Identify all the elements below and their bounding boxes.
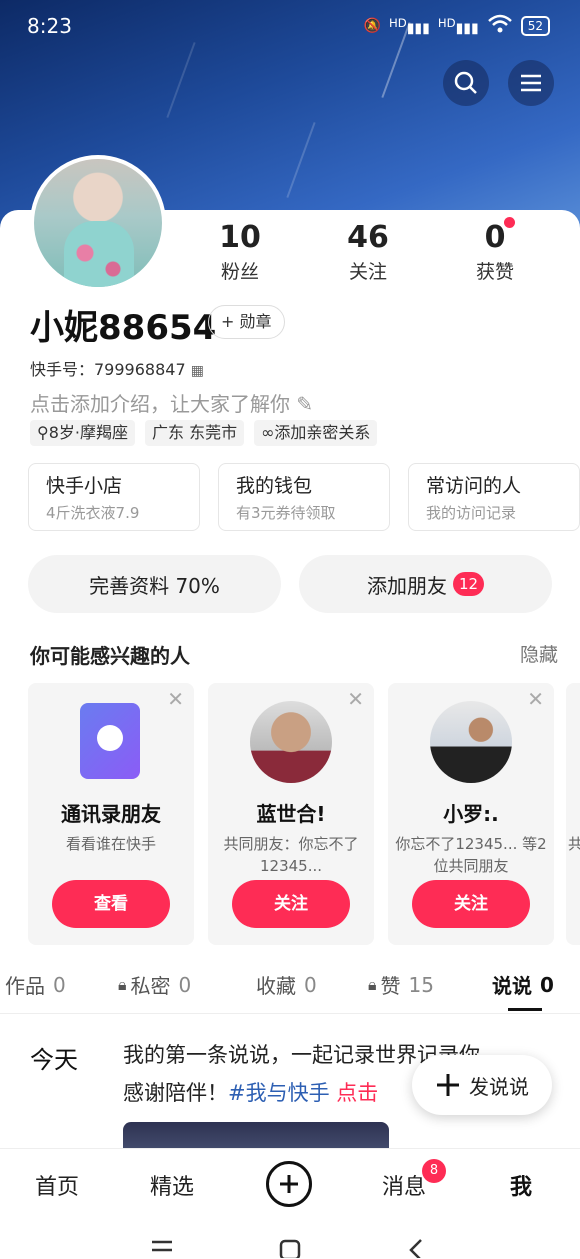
battery-icon: 52: [520, 16, 550, 36]
view-button[interactable]: 查看: [52, 880, 170, 928]
medal-button[interactable]: + 勋章: [208, 305, 285, 339]
follow-button[interactable]: 关注: [232, 880, 350, 928]
user-avatar: [250, 701, 332, 783]
tab-likes[interactable]: 🔒︎ 赞 15: [368, 970, 434, 999]
add-friend-button[interactable]: 添加朋友 12: [299, 555, 552, 613]
active-tab-indicator: [508, 1008, 542, 1011]
tag-age[interactable]: ⚲8岁·摩羯座: [30, 420, 135, 446]
hashtag-link[interactable]: #我与快手: [228, 1081, 330, 1105]
contacts-book-icon: [80, 703, 140, 779]
tab-private[interactable]: 🔒︎ 私密 0: [118, 970, 191, 999]
service-wallet[interactable]: 我的钱包 有3元券待领取: [218, 463, 390, 531]
signal-icon: HD▮▮▮: [388, 15, 430, 37]
home-icon[interactable]: [278, 1238, 302, 1258]
complete-profile-button[interactable]: 完善资料 70%: [28, 555, 281, 613]
gender-icon: ⚲: [37, 423, 49, 442]
add-friend-badge: 12: [452, 572, 485, 596]
intro-field[interactable]: 点击添加介绍，让大家了解你 ✎: [30, 388, 313, 417]
service-shop[interactable]: 快手小店 4斤洗衣液7.9: [28, 463, 200, 531]
service-visitors[interactable]: 常访问的人 我的访问记录: [408, 463, 580, 531]
content-tabs: 作品 0 🔒︎ 私密 0 收藏 0 🔒︎ 赞 15 说说 0: [0, 970, 580, 1014]
follow-button[interactable]: 关注: [412, 880, 530, 928]
menu-icon: [521, 74, 541, 92]
plus-icon: [280, 1175, 298, 1193]
lock-icon: 🔒︎: [368, 974, 377, 994]
kuaishou-id[interactable]: 快手号：799968847 ▦: [30, 356, 204, 380]
nav-featured[interactable]: 精选: [150, 1169, 194, 1201]
tab-moments[interactable]: 说说 0: [492, 970, 554, 999]
recommend-card-user[interactable]: ✕ 小罗:. 你忘不了12345... 等2位共同朋友 关注: [388, 683, 554, 945]
mute-icon: 🔕: [363, 18, 381, 34]
search-button[interactable]: [443, 60, 489, 106]
tag-location[interactable]: 广东 东莞市: [145, 420, 245, 446]
post-moment-button[interactable]: 发说说: [412, 1055, 552, 1115]
qrcode-icon[interactable]: ▦: [191, 363, 204, 379]
nav-me[interactable]: 我: [510, 1169, 532, 1201]
close-icon[interactable]: ✕: [167, 687, 184, 711]
recents-icon[interactable]: [150, 1238, 174, 1258]
create-button[interactable]: [266, 1161, 312, 1207]
link-icon: ∞: [261, 423, 275, 442]
user-name: 小妮88654: [30, 308, 217, 348]
stat-fans[interactable]: 10 粉丝: [190, 220, 290, 284]
hide-recommend-button[interactable]: 隐藏: [520, 640, 558, 667]
tab-works[interactable]: 作品 0: [5, 970, 66, 999]
close-icon[interactable]: ✕: [347, 687, 364, 711]
recommend-card-partial[interactable]: 共: [566, 683, 580, 945]
tag-relationship[interactable]: ∞添加亲密关系: [254, 420, 378, 446]
avatar[interactable]: [30, 155, 166, 291]
stat-following[interactable]: 46 关注: [318, 220, 418, 284]
nav-home[interactable]: 首页: [35, 1169, 79, 1201]
messages-badge: 8: [422, 1159, 446, 1183]
signal-icon-2: HD▮▮▮: [437, 15, 479, 37]
edit-icon: ✎: [296, 392, 314, 416]
more-link[interactable]: 点击: [336, 1081, 378, 1105]
menu-button[interactable]: [508, 60, 554, 106]
divider: [0, 1013, 580, 1014]
system-nav: [0, 1218, 580, 1259]
recommend-card-user[interactable]: ✕ 蓝世合! 共同朋友：你忘不了12345... 关注: [208, 683, 374, 945]
status-time: 8:23: [27, 14, 72, 38]
recommend-title: 你可能感兴趣的人: [30, 644, 190, 668]
likes-dot: [504, 217, 515, 228]
stat-likes[interactable]: 0 获赞: [445, 220, 545, 284]
nav-messages[interactable]: 消息: [382, 1169, 426, 1201]
bottom-nav: 首页 精选 消息 8 我: [0, 1148, 580, 1218]
recommend-card-contacts[interactable]: ✕ 通讯录朋友 看看谁在快手 查看: [28, 683, 194, 945]
lock-icon: 🔒︎: [118, 974, 127, 994]
tab-favorites[interactable]: 收藏 0: [256, 970, 317, 999]
back-icon[interactable]: [405, 1238, 429, 1258]
wifi-icon: [487, 14, 513, 38]
search-icon: [454, 71, 477, 94]
close-icon[interactable]: ✕: [527, 687, 544, 711]
status-bar: 8:23 🔕 HD▮▮▮ HD▮▮▮ 52: [0, 0, 580, 54]
feed-day-label: 今天: [30, 1046, 78, 1074]
plus-icon: [437, 1074, 459, 1096]
tag-list: ⚲8岁·摩羯座 广东 东莞市 ∞添加亲密关系: [30, 420, 378, 446]
user-avatar: [430, 701, 512, 783]
